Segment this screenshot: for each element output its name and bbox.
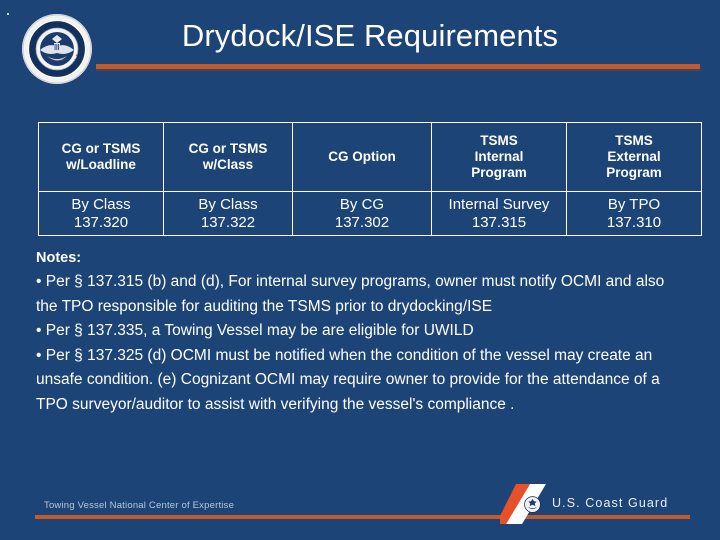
table-cell-class: By Class 137.322: [163, 191, 293, 236]
cell-citation: 137.310: [606, 213, 662, 231]
header-line-1: TSMS: [480, 133, 518, 148]
notes-block: Notes: • Per § 137.315 (b) and (d), For …: [36, 248, 676, 417]
header-line-2: Internal: [474, 149, 524, 164]
note-item: • Per § 137.315 (b) and (d), For interna…: [36, 273, 665, 315]
table-header-row: CG or TSMS w/Loadline CG or TSMS w/Class…: [38, 122, 702, 192]
header-line-1: CG Option: [328, 149, 396, 164]
cell-citation: 137.315: [471, 213, 527, 231]
notes-heading: Notes:: [36, 250, 82, 266]
cell-citation: 137.322: [200, 213, 256, 231]
header-accent-rule-shadow: [96, 69, 700, 71]
cell-citation: 137.320: [73, 213, 129, 231]
coast-guard-wordmark: U.S. Coast Guard U.S. Coast Guard: [552, 496, 669, 511]
header-line-1: TSMS: [615, 133, 653, 148]
table-cell-tsms-internal: Internal Survey 137.315: [431, 191, 567, 236]
note-item: • Per § 137.325 (d) OCMI must be notifie…: [36, 346, 660, 413]
notes-body: • Per § 137.315 (b) and (d), For interna…: [36, 270, 676, 417]
cell-method: By Class: [71, 195, 131, 213]
coast-guard-brand: U.S. Coast Guard U.S. Coast Guard: [500, 484, 696, 524]
footer-org-label: Towing Vessel National Center of Experti…: [44, 500, 235, 511]
cell-method: By Class: [198, 195, 258, 213]
header-line-2: w/Loadline: [66, 157, 136, 172]
table-header-cell-class: CG or TSMS w/Class: [163, 122, 293, 192]
table-cell-cg-option: By CG 137.302: [292, 191, 432, 236]
header-line-3: Program: [606, 165, 662, 180]
header-line-1: CG or TSMS: [188, 141, 268, 156]
cell-method: Internal Survey: [448, 195, 550, 213]
stray-pixel-artifact: [7, 13, 9, 15]
header-line-1: CG or TSMS: [61, 141, 141, 156]
page-title: Drydock/ISE Requirements: [181, 18, 559, 53]
coast-guard-wordmark-text: U.S. Coast Guard: [552, 496, 669, 510]
header-line-3: Program: [471, 165, 527, 180]
note-item: • Per § 137.335, a Towing Vessel may be …: [36, 322, 474, 339]
coast-guard-emblem-icon: [524, 496, 541, 513]
slide-root: U.S. DEPARTMENT OF HOMELAND SECURITY Dry…: [0, 0, 720, 540]
table-cell-tsms-external: By TPO 137.310: [566, 191, 702, 236]
table-header-cell-cg-option: CG Option: [292, 122, 432, 192]
table-header-cell-tsms-external: TSMS External Program: [566, 122, 702, 192]
table-row: By Class 137.320 By Class 137.322 By CG …: [38, 191, 702, 236]
header-line-2: External: [607, 149, 661, 164]
table-header-cell-tsms-internal: TSMS Internal Program: [431, 122, 567, 192]
table-header-cell-loadline: CG or TSMS w/Loadline: [38, 122, 164, 192]
requirements-table: CG or TSMS w/Loadline CG or TSMS w/Class…: [38, 122, 702, 236]
cell-citation: 137.302: [334, 213, 390, 231]
dhs-seal-icon: U.S. DEPARTMENT OF HOMELAND SECURITY: [21, 13, 93, 85]
cell-method: By CG: [339, 195, 385, 213]
cell-method: By TPO: [607, 195, 661, 213]
table-cell-loadline: By Class 137.320: [38, 191, 164, 236]
header-line-2: w/Class: [202, 157, 254, 172]
